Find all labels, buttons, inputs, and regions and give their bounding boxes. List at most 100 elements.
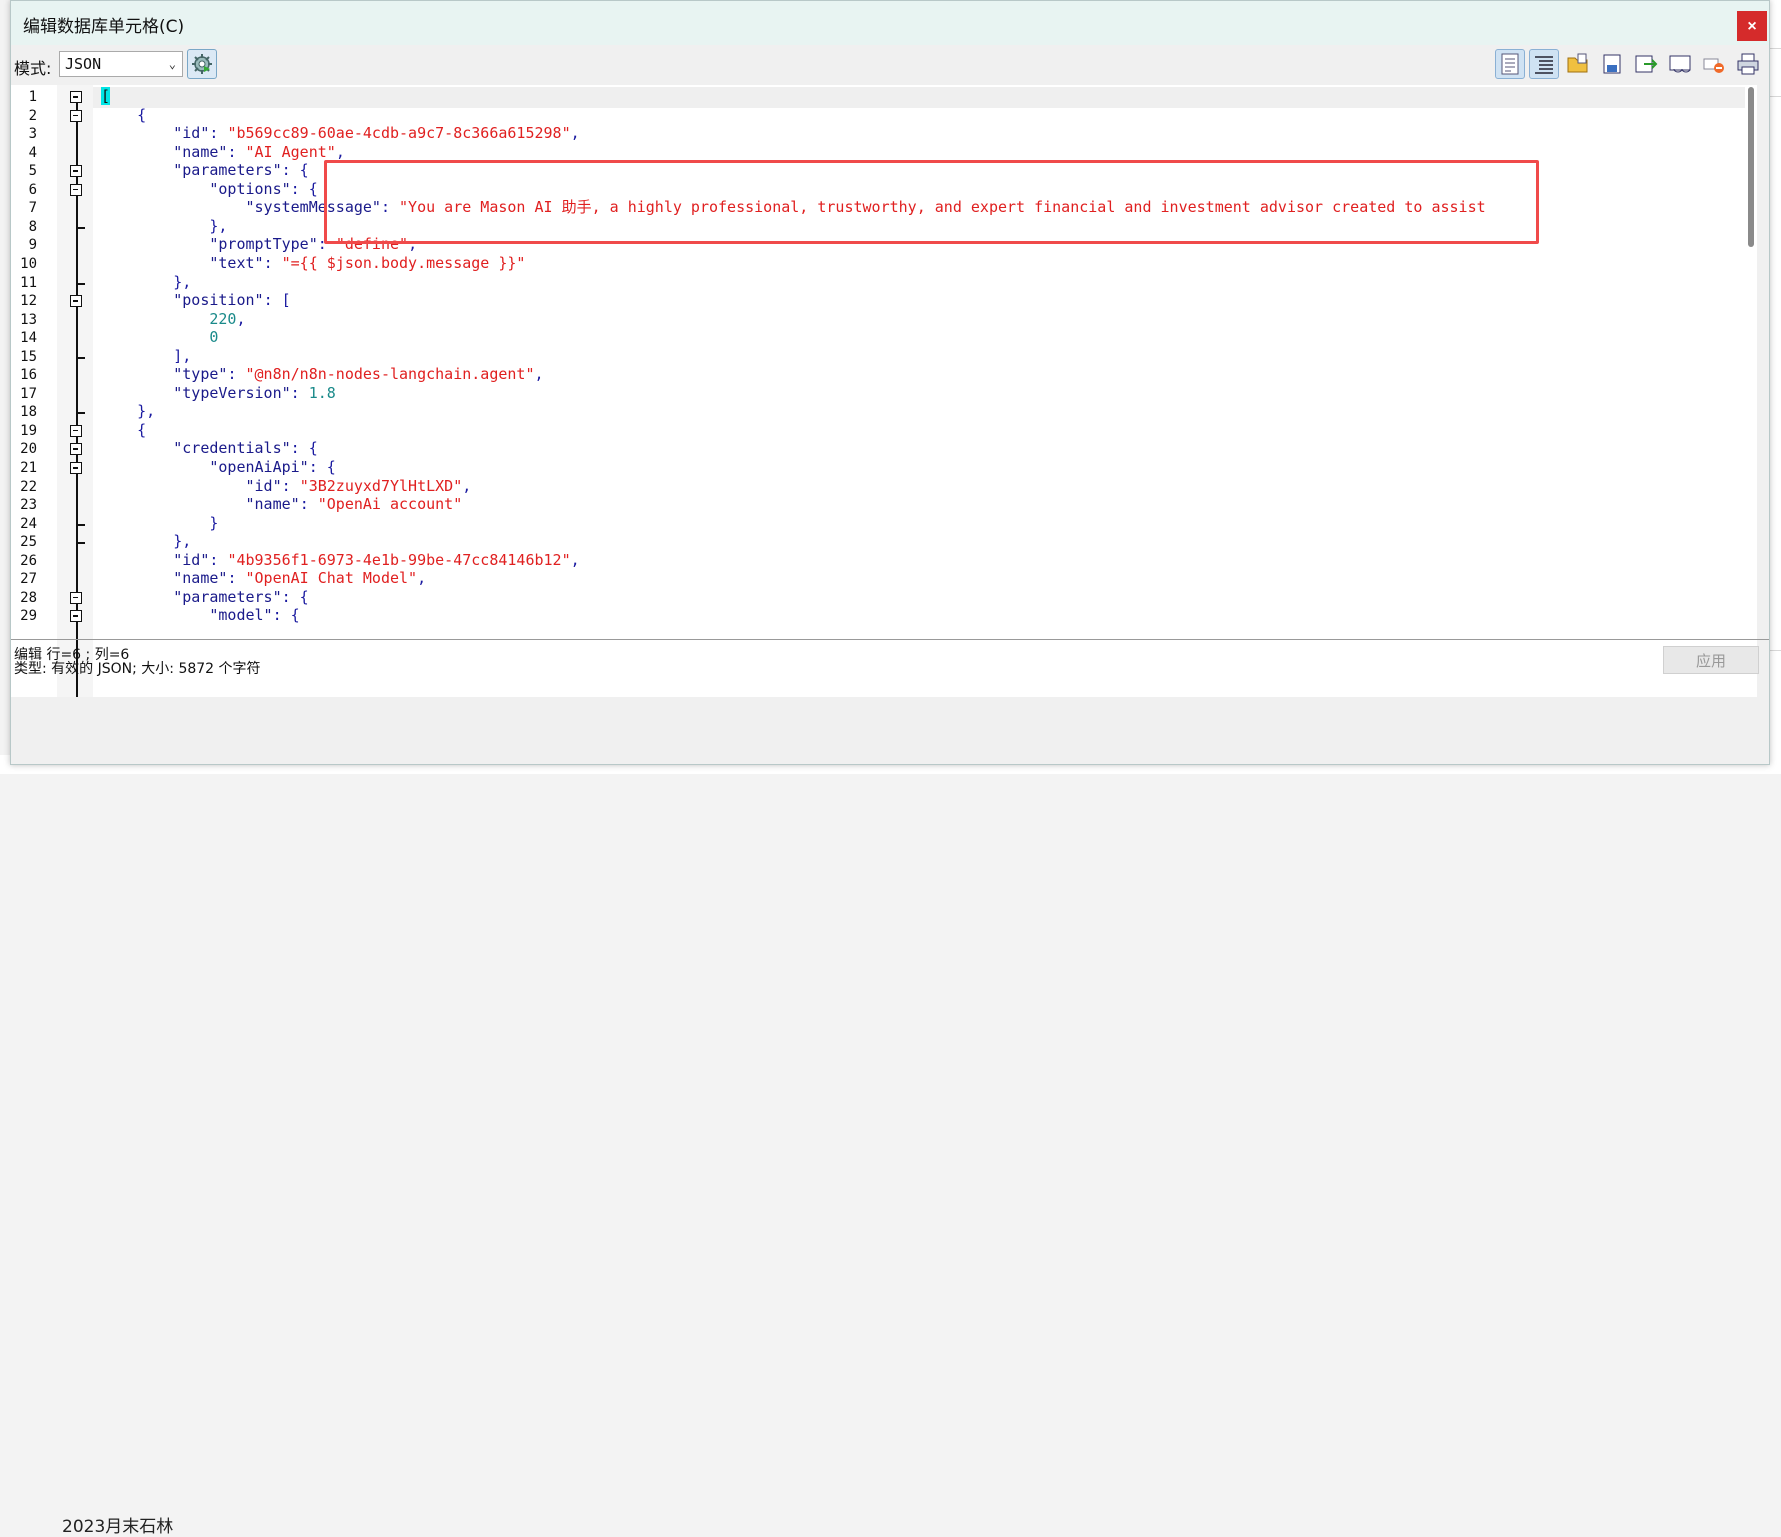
json-punctuation	[101, 310, 209, 328]
json-punctuation: [	[101, 87, 111, 105]
line-number: 4	[28, 144, 37, 161]
line-number: 22	[20, 478, 37, 495]
json-punctuation: :	[227, 142, 246, 161]
json-key: "credentials"	[173, 439, 291, 458]
json-punctuation: ,	[417, 569, 427, 588]
line-number: 18	[20, 404, 37, 421]
json-punctuation	[101, 124, 173, 142]
code-line: "model": {	[101, 605, 300, 626]
json-punctuation	[101, 606, 209, 624]
open-file-button[interactable]	[1563, 49, 1593, 79]
save-file-icon	[1603, 54, 1621, 74]
json-punctuation: },	[101, 272, 192, 291]
json-punctuation	[101, 477, 246, 495]
json-key: "model"	[209, 606, 273, 625]
json-key: "name"	[173, 142, 228, 161]
dialog-title: 编辑数据库单元格(C)	[23, 17, 185, 37]
json-key: "id"	[173, 550, 210, 569]
json-key: "openAiApi"	[209, 458, 309, 476]
print-button[interactable]	[1733, 49, 1763, 79]
current-line-highlight	[93, 87, 1745, 108]
json-string: "OpenAI Chat Model"	[245, 569, 418, 588]
fold-end-marker	[77, 412, 85, 415]
json-string: "@n8n/n8n-nodes-langchain.agent"	[245, 365, 535, 384]
line-number: 16	[20, 367, 37, 384]
line-number: 28	[20, 589, 37, 606]
json-punctuation: },	[101, 216, 228, 235]
gear-icon	[192, 54, 212, 74]
line-number: 9	[28, 237, 37, 254]
json-number: 0	[209, 328, 219, 347]
fold-toggle-icon[interactable]	[70, 91, 82, 103]
fold-toggle-icon[interactable]	[70, 295, 82, 308]
line-number: 29	[20, 608, 37, 625]
mode-select-value: JSON	[65, 55, 102, 73]
json-number: 1.8	[308, 383, 336, 402]
toolbar-icon-group	[1495, 49, 1763, 81]
json-key: "options"	[209, 179, 291, 198]
auto-format-button[interactable]	[187, 49, 217, 79]
line-number: 23	[20, 497, 37, 514]
export-icon	[1635, 55, 1658, 73]
line-number: 19	[20, 422, 37, 439]
json-punctuation	[101, 458, 209, 476]
fold-toggle-icon[interactable]	[70, 165, 82, 178]
json-key: "parameters"	[173, 161, 282, 180]
json-punctuation: :	[227, 569, 246, 588]
apply-button[interactable]: 应用	[1663, 646, 1759, 674]
export-button[interactable]	[1631, 49, 1661, 79]
word-wrap-button[interactable]	[1495, 49, 1525, 79]
json-string: "3B2zuyxd7YlHtLXD"	[299, 476, 463, 495]
json-punctuation: },	[101, 402, 156, 421]
mode-select[interactable]: JSON ⌄	[59, 51, 183, 77]
json-punctuation: :	[209, 550, 228, 569]
fold-end-marker	[77, 282, 85, 285]
json-string: "AI Agent"	[245, 142, 336, 161]
set-null-button[interactable]	[1699, 49, 1729, 79]
import-button[interactable]	[1665, 49, 1695, 79]
json-punctuation: : {	[272, 606, 300, 625]
fold-toggle-icon[interactable]	[70, 424, 82, 437]
json-punctuation: : {	[290, 179, 318, 198]
title-bar: 编辑数据库单元格(C) ×	[11, 1, 1769, 45]
fold-toggle-icon[interactable]	[70, 591, 82, 604]
mode-label: 模式:	[14, 59, 52, 78]
json-key: "typeVersion"	[173, 383, 291, 402]
line-number: 21	[20, 460, 37, 476]
json-punctuation: :	[290, 383, 309, 402]
null-value-icon	[1703, 58, 1724, 73]
fold-end-marker	[77, 226, 85, 229]
line-number: 7	[28, 200, 37, 217]
annotation-highlight-box	[324, 160, 1539, 244]
json-punctuation	[101, 439, 173, 457]
json-number: 220	[209, 309, 237, 328]
json-string: "4b9356f1-6973-4e1b-99be-47cc84146b12"	[227, 550, 571, 569]
json-punctuation	[101, 495, 246, 513]
json-punctuation: {	[101, 420, 147, 439]
line-number: 14	[20, 330, 37, 347]
save-file-button[interactable]	[1597, 49, 1627, 79]
auto-indent-icon	[1535, 56, 1553, 74]
line-number: 15	[20, 348, 37, 365]
line-number: 11	[20, 274, 37, 291]
fold-toggle-icon[interactable]	[70, 462, 82, 474]
fold-toggle-icon[interactable]	[70, 610, 82, 623]
fold-toggle-icon[interactable]	[70, 183, 82, 196]
json-punctuation: ,	[534, 365, 544, 384]
json-punctuation	[101, 588, 173, 606]
line-number: 2	[28, 107, 37, 124]
json-punctuation: ,	[570, 550, 580, 569]
json-punctuation: :	[209, 124, 228, 143]
fold-toggle-icon[interactable]	[70, 109, 82, 122]
close-button[interactable]: ×	[1737, 11, 1767, 41]
json-string: "b569cc89-60ae-4cdb-a9c7-8c366a615298"	[227, 124, 571, 143]
auto-indent-button[interactable]	[1529, 49, 1559, 79]
json-key: "position"	[173, 291, 264, 310]
json-punctuation: }	[101, 513, 219, 532]
json-punctuation	[101, 235, 209, 253]
vertical-scrollbar[interactable]	[1748, 87, 1754, 247]
fold-toggle-icon[interactable]	[70, 443, 82, 456]
json-punctuation: : {	[281, 161, 309, 180]
line-number: 24	[20, 515, 37, 532]
fold-end-marker	[77, 356, 85, 359]
